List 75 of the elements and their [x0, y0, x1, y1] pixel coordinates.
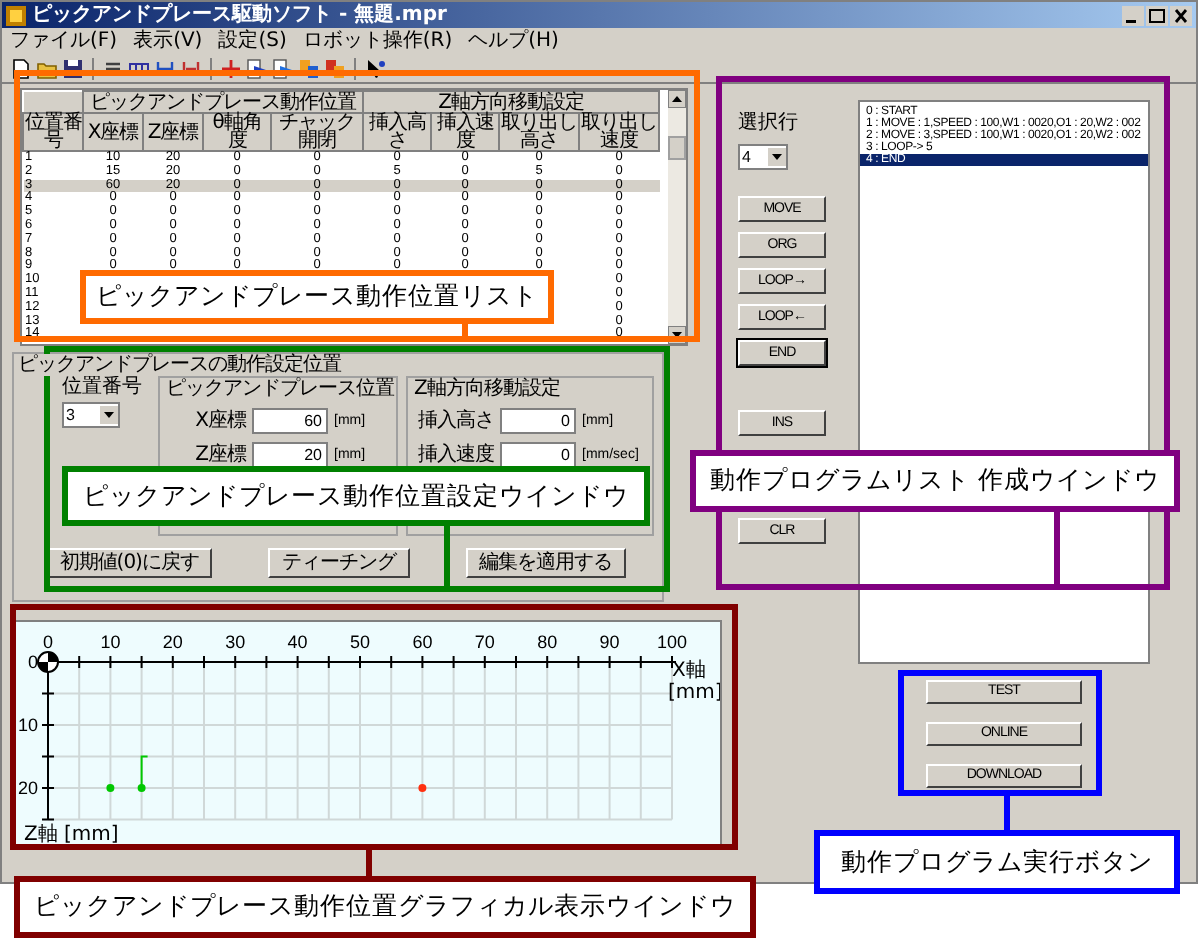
column-group-header: ピックアンドプレース動作位置 — [83, 91, 363, 113]
column-group-header: Z軸方向移動設定 — [363, 91, 660, 113]
input-field[interactable]: 0 — [500, 441, 576, 467]
group-title: ピックアンドプレースの動作設定位置 — [18, 354, 341, 376]
input-field[interactable]: 20 — [252, 441, 328, 467]
insert-path-drawing — [140, 755, 149, 789]
plus-icon[interactable] — [220, 57, 242, 79]
line-select[interactable]: 4 — [738, 144, 788, 170]
tick-label: 70 — [474, 632, 495, 652]
column-header[interactable]: チャック開閉 — [271, 113, 363, 151]
tick-label: 100 — [656, 632, 688, 652]
axis-label: X軸 — [672, 660, 706, 682]
axis-label: Z軸 [mm] — [24, 824, 119, 846]
action-button[interactable]: 初期値(0)に戻す — [45, 548, 213, 578]
app-icon — [6, 5, 26, 25]
action-button[interactable]: 編集を適用する — [465, 548, 627, 578]
menu-item[interactable]: ロボット操作(R) — [302, 29, 453, 53]
scrollbar[interactable] — [668, 90, 686, 344]
page-swap-icon[interactable] — [298, 57, 320, 79]
arrow-page-icon[interactable] — [272, 57, 294, 79]
tick-label: 90 — [599, 632, 620, 652]
column-header[interactable]: 位置番号 — [23, 113, 83, 151]
scroll-thumb[interactable] — [668, 135, 686, 159]
action-button[interactable]: ティーチング — [268, 548, 411, 578]
pointer-icon[interactable] — [364, 57, 386, 79]
input-field[interactable]: 0 — [500, 407, 576, 433]
input-field[interactable]: 60 — [252, 407, 328, 433]
menu-item[interactable]: ヘルプ(H) — [468, 29, 559, 53]
callout-label: 動作プログラムリスト 作成ウインドウ — [690, 450, 1180, 512]
callout-label: ピックアンドプレース動作位置グラフィカル表示ウインドウ — [14, 876, 756, 938]
group-title: Z軸方向移動設定 — [414, 378, 562, 400]
callout-label: 動作プログラム実行ボタン — [814, 830, 1180, 894]
column-header[interactable]: θ軸角度 — [203, 113, 271, 151]
tick-label: 20 — [162, 632, 183, 652]
field-label: 挿入速度 — [416, 441, 494, 468]
leader-line — [1054, 512, 1060, 590]
callout-label: ピックアンドプレース動作位置設定ウインドウ — [62, 466, 650, 526]
origin-icon — [37, 651, 59, 673]
tick-label: 40 — [287, 632, 308, 652]
leader-line — [444, 526, 450, 592]
tick-label: 50 — [350, 632, 370, 652]
tick-label: 0 — [27, 652, 38, 672]
tick-label: 20 — [17, 778, 38, 798]
menu-item[interactable]: 設定(S) — [218, 29, 287, 53]
tick-label: 10 — [100, 632, 121, 652]
column-header[interactable]: 取り出し高さ — [499, 113, 579, 151]
window-title: ピックアンドプレース駆動ソフト - 無題.mpr — [32, 3, 447, 27]
arrow-page-icon[interactable] — [246, 57, 268, 79]
tick-label: 80 — [537, 632, 558, 652]
page-swap-icon[interactable] — [324, 57, 346, 79]
field-label: X座標 — [193, 407, 246, 434]
tick-label: 0 — [43, 632, 53, 652]
column-header[interactable]: 取り出し速度 — [579, 113, 660, 151]
dropdown-icon[interactable] — [100, 406, 118, 424]
tick-label: 30 — [225, 632, 246, 652]
position-select[interactable]: 3 — [62, 402, 120, 428]
scroll-up-icon[interactable] — [668, 90, 686, 108]
field-label: Z座標 — [193, 441, 246, 468]
dropdown-icon[interactable] — [768, 148, 786, 166]
field-label: 挿入高さ — [416, 407, 494, 434]
close-icon[interactable] — [1170, 5, 1192, 25]
group-title: ピックアンドプレース位置 — [166, 378, 390, 400]
maximize-icon[interactable] — [1146, 5, 1168, 25]
column-header[interactable]: 挿入高さ — [363, 113, 431, 151]
column-header[interactable]: 挿入速度 — [431, 113, 499, 151]
menu-item[interactable]: ファイル(F) — [10, 29, 118, 53]
field-label: 位置番号 — [62, 376, 144, 398]
callout-label: ピックアンドプレース動作位置リスト — [80, 270, 554, 324]
column-header[interactable]: Z座標 — [143, 113, 203, 151]
tick-label: 60 — [412, 632, 433, 652]
menu-item[interactable]: 表示(V) — [133, 29, 203, 53]
column-header[interactable]: X座標 — [83, 113, 143, 151]
minimize-icon[interactable] — [1122, 5, 1144, 25]
tick-label: 10 — [17, 715, 38, 735]
field-label: 選択行 — [738, 112, 798, 134]
